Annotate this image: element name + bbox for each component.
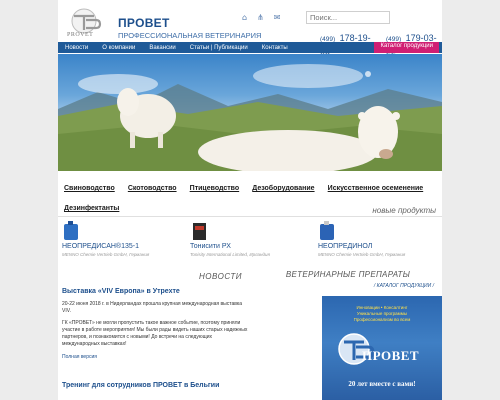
- news-item-date: 20-22 июня 2018 г. в Нидерландах прошла …: [62, 301, 242, 314]
- brand-name: ПРОВЕТ: [118, 16, 170, 30]
- nav-item-contacts[interactable]: Контакты: [255, 45, 295, 51]
- product-card[interactable]: НЕОПРЕДИСАН®135-1 MENNO Chemie Vertrieb …: [58, 216, 186, 260]
- home-icon[interactable]: ⌂: [242, 13, 247, 22]
- banner-line: Профессионализм во всем: [353, 317, 411, 322]
- vet-title: ВЕТЕРИНАРНЫЕ ПРЕПАРАТЫ: [285, 270, 411, 279]
- brand-subtitle: ПРОФЕССИОНАЛЬНАЯ ВЕТЕРИНАРИЯ: [118, 31, 262, 40]
- top-icons: ⌂ ⋔ ✉: [242, 13, 280, 22]
- logo-text: PROVET: [67, 32, 94, 38]
- product-name: НЕОПРЕДИСАН®135-1: [62, 243, 139, 250]
- product-maker: MENNO Chemie Vertrieb GmbH, Германия: [318, 252, 406, 257]
- new-products-header: новые продукты: [58, 206, 442, 216]
- left-margin: [0, 0, 58, 400]
- banner-slogan: 20 лет вместе с вами!: [348, 380, 416, 388]
- nav-item-news[interactable]: Новости: [58, 45, 95, 51]
- nav-item-articles[interactable]: Статьи | Публикации: [183, 45, 255, 51]
- category-poultry[interactable]: Птицеводство: [190, 185, 240, 192]
- content-column: PROVET ПРОВЕТ ПРОФЕССИОНАЛЬНАЯ ВЕТЕРИНАР…: [58, 0, 442, 400]
- news-item-2-title[interactable]: Тренинг для сотрудников ПРОВЕТ в Бельгии: [62, 381, 248, 391]
- hero-illustration: [58, 64, 442, 171]
- logo-mark-icon: [71, 8, 102, 34]
- news-item-title[interactable]: Выставка «VIV Европа» в Утрехте: [62, 288, 248, 295]
- vet-header: ВЕТЕРИНАРНЫЕ ПРЕПАРАТЫ / КАТАЛОГ ПРОДУКЦ…: [254, 270, 442, 289]
- page: PROVET ПРОВЕТ ПРОФЕССИОНАЛЬНАЯ ВЕТЕРИНАР…: [0, 0, 500, 400]
- category-insemination[interactable]: Искусственное осеменение: [328, 185, 424, 192]
- nav-item-vacancies[interactable]: Вакансии: [142, 45, 182, 51]
- category-pig[interactable]: Свиноводство: [64, 185, 115, 192]
- product-box-icon: [193, 223, 206, 240]
- mail-icon[interactable]: ✉: [274, 13, 281, 22]
- news-header: НОВОСТИ: [58, 270, 248, 282]
- news-title: НОВОСТИ: [198, 272, 242, 281]
- banner-brand-name: ПРОВЕТ: [362, 348, 420, 363]
- logo[interactable]: PROVET: [58, 8, 116, 44]
- product-name: НЕОПРЕДИНОЛ: [318, 243, 373, 250]
- catalog-link[interactable]: / КАТАЛОГ ПРОДУКЦИИ /: [254, 283, 442, 289]
- product-card[interactable]: НЕОПРЕДИНОЛ MENNO Chemie Vertrieb GmbH, …: [314, 216, 442, 260]
- brand: ПРОВЕТ ПРОФЕССИОНАЛЬНАЯ ВЕТЕРИНАРИЯ: [118, 16, 261, 40]
- nav-item-about[interactable]: О компании: [95, 45, 142, 51]
- product-card[interactable]: Тонисити РХ Tonisity International Limit…: [186, 216, 314, 260]
- product-canister-icon: [320, 221, 334, 240]
- product-canister-icon: [64, 221, 78, 240]
- news-item-body: ГК «ПРОВЕТ» не могли пропустить такое ва…: [62, 320, 248, 347]
- new-products-title: новые продукты: [372, 206, 436, 215]
- product-name: Тонисити РХ: [190, 243, 231, 250]
- sitemap-icon[interactable]: ⋔: [257, 13, 264, 22]
- category-links: Свиноводство Скотоводство Птицеводство Д…: [58, 172, 442, 212]
- product-maker: Tonisity International Limited, Ирландия: [190, 252, 270, 257]
- category-cattle[interactable]: Скотоводство: [128, 185, 177, 192]
- catalog-button[interactable]: Каталог продукции: [374, 42, 439, 53]
- main-nav: Новости О компании Вакансии Статьи | Пуб…: [58, 42, 442, 53]
- new-products: НЕОПРЕДИСАН®135-1 MENNO Chemie Vertrieb …: [58, 216, 442, 260]
- search-input[interactable]: [306, 11, 390, 24]
- right-margin: [442, 0, 500, 400]
- news-item: Выставка «VIV Европа» в Утрехте 20-22 ию…: [62, 288, 248, 360]
- news-item-more-link[interactable]: Полная версия: [62, 354, 248, 360]
- category-disinfection-equipment[interactable]: Дезоборудование: [252, 185, 314, 192]
- hero-image: [58, 54, 442, 171]
- banner-text: Инновации • Консалтинг Уникальные програ…: [322, 305, 442, 323]
- promo-banner[interactable]: Инновации • Консалтинг Уникальные програ…: [322, 296, 442, 400]
- product-maker: MENNO Chemie Vertrieb GmbH, Германия: [62, 252, 150, 257]
